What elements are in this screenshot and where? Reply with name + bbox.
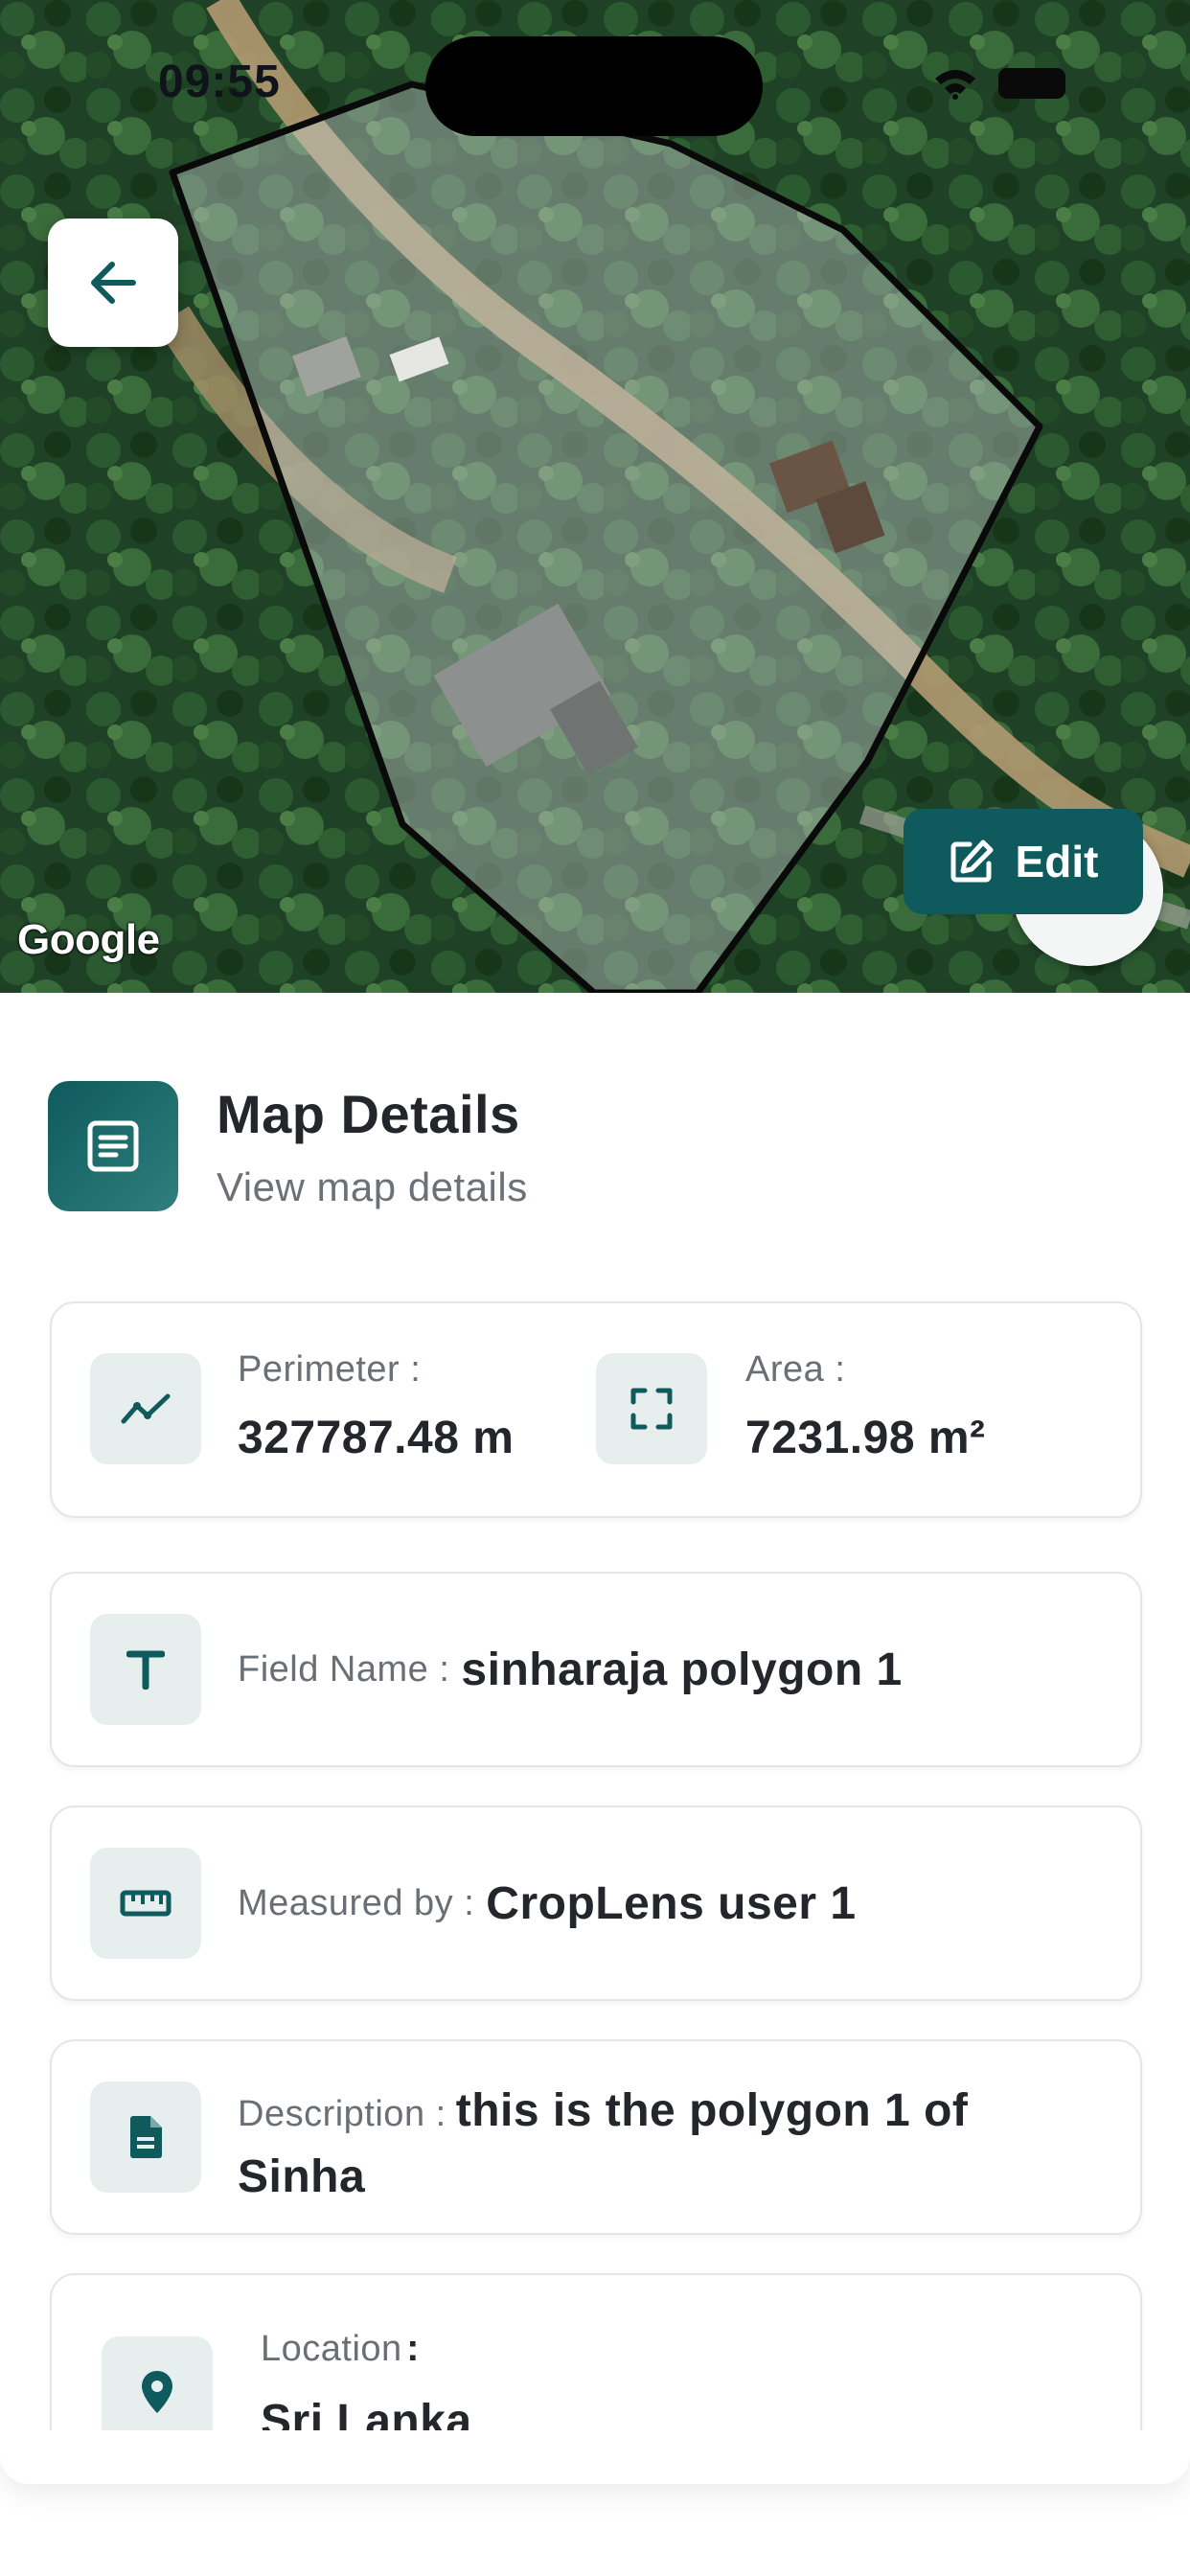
status-icons bbox=[933, 67, 1065, 100]
details-sheet[interactable]: Map Details View map details Perimeter :… bbox=[0, 993, 1190, 2484]
description-card: Description : this is the polygon 1 of Si… bbox=[50, 2039, 1142, 2235]
area-label: Area : bbox=[745, 1349, 846, 1390]
battery-icon bbox=[998, 68, 1065, 99]
page-subtitle: View map details bbox=[217, 1163, 528, 1209]
description-label: Description : bbox=[238, 2094, 446, 2134]
wifi-icon bbox=[935, 70, 975, 100]
field-name-card: Field Name : sinharaja polygon 1 bbox=[50, 1572, 1142, 1767]
text-t-icon bbox=[90, 1614, 201, 1725]
edit-button[interactable]: Edit bbox=[904, 809, 1143, 914]
back-button[interactable] bbox=[48, 218, 178, 347]
ruler-icon bbox=[90, 1848, 201, 1959]
perimeter-label: Perimeter : bbox=[238, 1349, 422, 1390]
dynamic-island bbox=[425, 36, 763, 136]
location-colon: : bbox=[406, 2327, 420, 2369]
google-attribution: Google bbox=[17, 916, 160, 963]
page-title: Map Details bbox=[217, 1083, 520, 1144]
measured-by-label: Measured by : bbox=[238, 1882, 475, 1923]
trend-line-icon bbox=[90, 1353, 201, 1464]
scroll-clip bbox=[0, 2430, 1190, 2484]
file-text-icon bbox=[90, 2082, 201, 2193]
pencil-square-icon bbox=[950, 840, 994, 883]
document-icon bbox=[48, 1081, 178, 1211]
edit-button-label: Edit bbox=[1015, 837, 1099, 886]
measured-by-card: Measured by : CropLens user 1 bbox=[50, 1806, 1142, 2001]
expand-frame-icon bbox=[596, 1353, 707, 1464]
metrics-card: Perimeter : 327787.48 m Area : 7231.98 m… bbox=[50, 1301, 1142, 1518]
details-header: Map Details View map details bbox=[48, 1081, 528, 1211]
field-name-label: Field Name : bbox=[238, 1648, 450, 1690]
location-label: Location bbox=[261, 2329, 402, 2369]
arrow-left-icon bbox=[91, 262, 136, 304]
status-time: 09:55 bbox=[158, 57, 281, 107]
field-name-value: sinharaja polygon 1 bbox=[461, 1644, 903, 1695]
perimeter-value: 327787.48 m bbox=[238, 1413, 515, 1463]
measured-by-value: CropLens user 1 bbox=[486, 1877, 857, 1929]
satellite-map[interactable]: 09:55 Google Edit bbox=[0, 0, 1190, 993]
area-value: 7231.98 m² bbox=[745, 1413, 986, 1463]
